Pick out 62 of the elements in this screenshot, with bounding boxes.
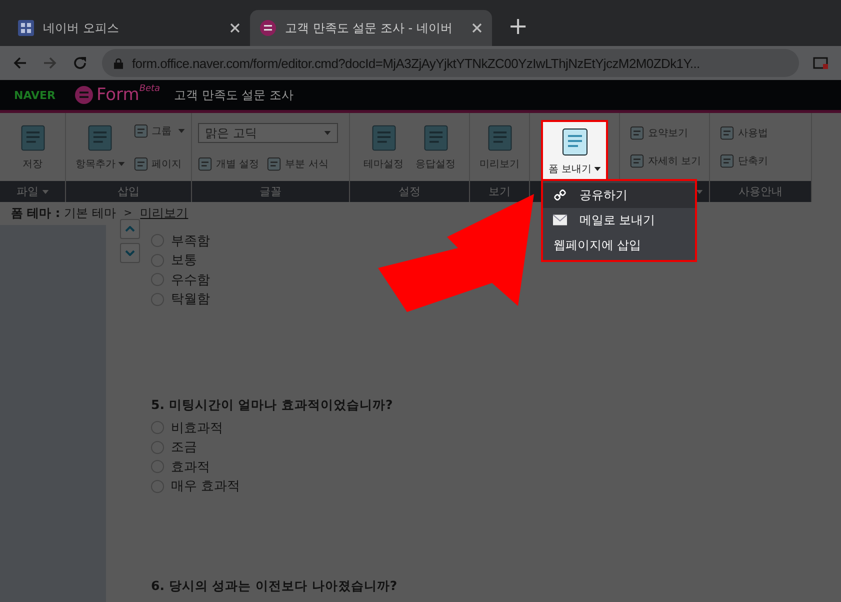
ribbon-button[interactable]: 항목추가	[72, 121, 128, 173]
separator-text: >	[124, 208, 132, 219]
reload-icon[interactable]	[72, 55, 88, 71]
question-title: 5. 미팅시간이 얼마나 효과적이었습니까?	[151, 397, 394, 414]
close-icon[interactable]	[230, 23, 240, 33]
group-label: 설정	[398, 184, 420, 199]
caret-icon[interactable]	[696, 190, 703, 194]
option-label: 보통	[171, 252, 197, 270]
option-label: 우수함	[171, 272, 210, 289]
forward-icon[interactable]	[42, 55, 58, 71]
chevron-up-icon	[125, 226, 135, 232]
preview-link[interactable]: 미리보기	[140, 205, 188, 222]
ribbon-button[interactable]: 개별 설정	[198, 157, 260, 171]
option-label: 부족함	[171, 232, 210, 250]
address-bar[interactable]: form.office.naver.com/form/editor.cmd?docId=MjA3ZjAyYjktYTNkZC00YzIwLThjNzEtYjczM2M0ZDk1Y...	[102, 49, 799, 77]
theme-label: 폼 테마 : 기본 테마	[11, 205, 116, 222]
list-icon	[75, 86, 94, 104]
beta-label: Beta	[139, 84, 160, 94]
back-icon[interactable]	[12, 55, 28, 71]
ribbon-button[interactable]: 테마설정	[360, 121, 406, 173]
font-select[interactable]: 맑은 고딕	[198, 123, 338, 143]
list-icon	[260, 20, 276, 36]
ribbon-button[interactable]: 부분 서식	[267, 157, 328, 171]
ribbon-button[interactable]: 요약보기	[630, 126, 688, 140]
question-title: 6. 당시의 성과는 이전보다 나아졌습니까?	[151, 578, 398, 595]
move-down-button[interactable]	[120, 243, 140, 263]
option-label: 비효과적	[171, 420, 223, 437]
option-label: 탁월함	[171, 291, 210, 308]
ribbon-button[interactable]: 사용법	[720, 126, 768, 140]
move-up-button[interactable]	[120, 219, 140, 239]
menu-item[interactable]: 메일로 보내기	[543, 208, 696, 232]
group-label[interactable]: 파일	[16, 184, 38, 199]
ribbon-button[interactable]: 미리보기	[476, 121, 522, 173]
group-label: 사용안내	[738, 184, 782, 199]
envelope-icon	[553, 214, 568, 226]
ribbon-button[interactable]: 응답설정	[412, 121, 458, 173]
ribbon-button[interactable]: 자세히 보기	[630, 154, 702, 168]
caret-icon[interactable]	[42, 190, 48, 194]
group-label: 글꼴	[260, 184, 282, 199]
option-label: 조금	[171, 439, 197, 456]
new-tab-button[interactable]: +	[508, 12, 528, 40]
group-label: 보기	[488, 184, 510, 199]
ribbon-button[interactable]: 저장	[14, 121, 50, 173]
window-icon[interactable]	[813, 55, 829, 71]
lock-icon	[114, 58, 123, 68]
browser-tab[interactable]: 네이버 오피스	[8, 10, 250, 46]
chevron-down-icon	[125, 250, 135, 256]
menu-item[interactable]: 웹페이지에 삽입	[543, 232, 696, 258]
document-title: 고객 만족도 설문 조사	[174, 86, 294, 104]
ribbon-button[interactable]: 단축키	[720, 154, 768, 168]
link-icon	[553, 189, 568, 201]
grid-icon	[18, 20, 34, 36]
option-label: 효과적	[171, 458, 210, 476]
browser-tab[interactable]: 고객 만족도 설문 조사 - 네이버	[250, 10, 492, 46]
ribbon-button[interactable]: 그룹	[134, 124, 184, 138]
brand-logo[interactable]: NAVER	[14, 88, 56, 102]
product-name: Form	[96, 85, 140, 105]
close-icon[interactable]	[472, 23, 482, 33]
menu-item[interactable]: 공유하기	[543, 182, 696, 208]
ribbon-button[interactable]: 페이지	[134, 156, 184, 170]
option-label: 매우 효과적	[171, 478, 240, 496]
group-label: 삽입	[118, 184, 140, 199]
